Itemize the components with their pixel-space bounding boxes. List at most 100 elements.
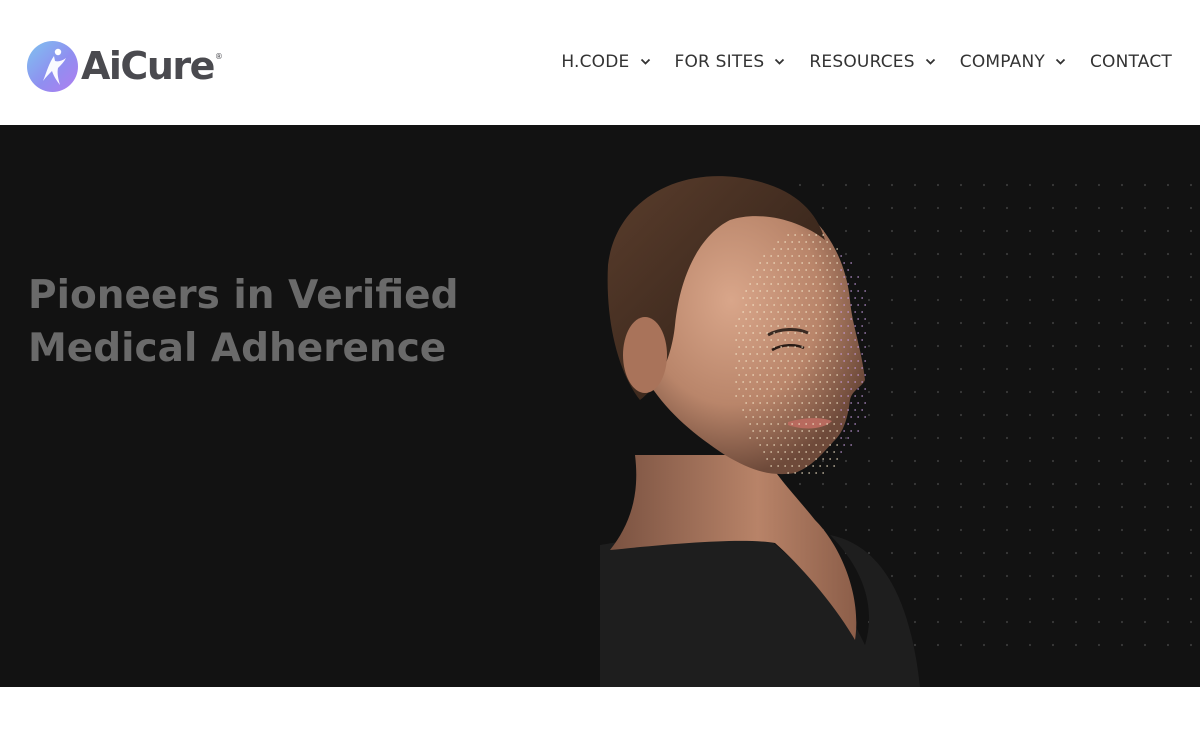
face-mesh-dot	[777, 311, 780, 313]
face-mesh-dot	[808, 402, 811, 404]
face-mesh-dot	[791, 437, 794, 439]
background-dot	[890, 298, 894, 302]
nav-item-hcode[interactable]: H.CODE	[561, 52, 650, 72]
face-mesh-dot	[752, 290, 755, 292]
nav-item-for-sites[interactable]: FOR SITES	[675, 52, 786, 72]
face-mesh-dot	[854, 297, 857, 299]
background-dot	[1028, 413, 1032, 417]
face-mesh-dot	[756, 395, 759, 397]
background-dot	[1143, 298, 1147, 302]
face-mesh-dot	[836, 276, 839, 278]
face-mesh-dot	[784, 241, 787, 243]
face-mesh-dot	[840, 353, 843, 355]
background-dot	[1166, 344, 1170, 348]
background-dot	[1189, 643, 1193, 647]
face-mesh-dot	[819, 395, 822, 397]
background-dot	[1097, 620, 1101, 624]
background-dot	[1005, 620, 1009, 624]
face-mesh-dot	[812, 381, 815, 383]
face-mesh-dot	[805, 283, 808, 285]
face-mesh-dot	[745, 332, 748, 334]
face-mesh-dot	[784, 283, 787, 285]
face-mesh-dot	[770, 339, 773, 341]
face-mesh-dot	[819, 367, 822, 369]
face-mesh-dot	[850, 360, 853, 362]
face-mesh-dot	[780, 430, 783, 432]
face-mesh-dot	[738, 388, 741, 390]
background-dot	[1005, 367, 1009, 371]
face-mesh-dot	[766, 374, 769, 376]
main-nav: H.CODE FOR SITES RESOURCES COMPANY CONTA…	[561, 47, 1172, 77]
background-dot	[890, 413, 894, 417]
background-dot	[1189, 413, 1193, 417]
face-mesh-dot	[822, 402, 825, 404]
face-mesh-dot	[836, 430, 839, 432]
face-mesh-dot	[798, 339, 801, 341]
face-mesh-dot	[847, 269, 850, 271]
background-dot	[1074, 390, 1078, 394]
background-dot	[1143, 505, 1147, 509]
background-dot	[1097, 206, 1101, 210]
face-mesh-dot	[766, 430, 769, 432]
background-dot	[1166, 551, 1170, 555]
background-dot	[1120, 436, 1124, 440]
background-dot	[1097, 183, 1101, 187]
nav-item-company[interactable]: COMPANY	[960, 52, 1066, 72]
face-mesh-dot	[805, 367, 808, 369]
face-mesh-dot	[801, 430, 804, 432]
background-dot	[1028, 597, 1032, 601]
background-dot	[913, 574, 917, 578]
face-mesh-dot	[742, 381, 745, 383]
face-mesh-dot	[833, 269, 836, 271]
background-dot	[1166, 643, 1170, 647]
face-mesh-dot	[826, 353, 829, 355]
face-mesh-dot	[805, 381, 808, 383]
face-mesh-dot	[843, 444, 846, 446]
face-mesh-dot	[812, 409, 815, 411]
face-mesh-dot	[773, 444, 776, 446]
background-dot	[1074, 275, 1078, 279]
face-mesh-dot	[752, 276, 755, 278]
face-mesh-dot	[794, 262, 797, 264]
background-dot	[959, 275, 963, 279]
face-mesh-dot	[822, 234, 825, 236]
face-mesh-dot	[766, 304, 769, 306]
face-mesh-dot	[794, 458, 797, 460]
face-mesh-dot	[857, 346, 860, 348]
face-mesh-dot	[752, 346, 755, 348]
background-dot	[1051, 413, 1055, 417]
face-mesh-dot	[791, 381, 794, 383]
face-mesh-dot	[777, 437, 780, 439]
site-header: AiCure ® H.CODE FOR SITES RESOURCES COMP…	[0, 0, 1200, 125]
face-mesh-dot	[805, 353, 808, 355]
face-mesh-dot	[794, 444, 797, 446]
background-dot	[936, 528, 940, 532]
face-mesh-dot	[794, 346, 797, 348]
logo-link[interactable]: AiCure ®	[27, 40, 223, 92]
face-mesh-dot	[833, 395, 836, 397]
face-mesh-dot	[829, 360, 832, 362]
face-mesh-dot	[822, 262, 825, 264]
nav-item-contact[interactable]: CONTACT	[1090, 52, 1172, 72]
face-mesh-dot	[861, 395, 864, 397]
face-mesh-dot	[826, 395, 829, 397]
face-mesh-dot	[759, 262, 762, 264]
background-dot	[1120, 413, 1124, 417]
nav-label: CONTACT	[1089, 52, 1172, 72]
background-dot	[1143, 344, 1147, 348]
chevron-down-icon	[775, 58, 785, 65]
face-mesh-dot	[752, 416, 755, 418]
background-dot	[1028, 436, 1032, 440]
face-mesh-dot	[850, 318, 853, 320]
face-mesh-dot	[836, 290, 839, 292]
face-mesh-dot	[752, 402, 755, 404]
face-mesh-dot	[749, 283, 752, 285]
face-mesh-dot	[752, 318, 755, 320]
background-dot	[1074, 620, 1078, 624]
background-dot	[821, 459, 825, 463]
face-mesh-dot	[864, 318, 867, 320]
nav-item-resources[interactable]: RESOURCES	[809, 52, 935, 72]
face-mesh-dot	[756, 437, 759, 439]
background-dot	[1189, 482, 1193, 486]
background-dot	[1005, 344, 1009, 348]
